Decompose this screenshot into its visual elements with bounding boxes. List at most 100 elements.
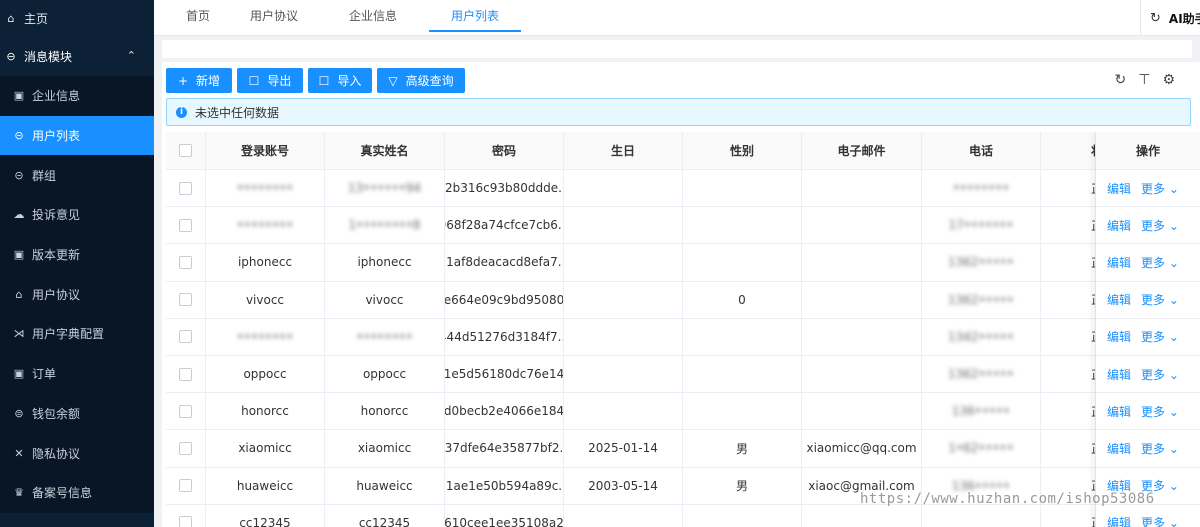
- edit-link[interactable]: 编辑: [1107, 254, 1131, 271]
- tab-user-agreement[interactable]: 用户协议: [249, 0, 299, 32]
- sidebar-item-8[interactable]: ⊜ 钱包余额: [0, 394, 154, 434]
- ai-assistant-button[interactable]: AI助手: [1169, 10, 1200, 27]
- order-icon: ▣: [13, 367, 25, 381]
- column-height-icon[interactable]: ⊤: [1138, 72, 1150, 88]
- cell-email: [802, 356, 922, 393]
- more-dropdown[interactable]: 更多 ⌄: [1141, 514, 1179, 527]
- edit-link[interactable]: 编辑: [1107, 217, 1131, 234]
- column-header-email[interactable]: 电子邮件: [802, 132, 922, 169]
- row-checkbox[interactable]: [166, 207, 206, 244]
- cell-phone-text: 1•62•••••: [948, 441, 1014, 456]
- row-checkbox[interactable]: [166, 244, 206, 281]
- sidebar-item-label: 版本更新: [32, 248, 81, 263]
- row-checkbox[interactable]: [166, 504, 206, 527]
- cell-birthday: 2025-01-14: [564, 430, 683, 467]
- edit-link[interactable]: 编辑: [1107, 328, 1131, 345]
- sidebar-item-2[interactable]: ⊝ 群组: [0, 155, 154, 195]
- more-dropdown[interactable]: 更多 ⌄: [1141, 217, 1179, 234]
- table-row[interactable]: oppocc oppocc 1e5d56180dc76e14 1362••••• 正: [166, 356, 1200, 394]
- sidebar-item-3[interactable]: ☁ 投诉意见: [0, 195, 154, 235]
- select-all-checkbox[interactable]: [166, 132, 206, 169]
- sidebar-item-9[interactable]: ✕ 隐私协议: [0, 433, 154, 473]
- column-header-account[interactable]: 登录账号: [206, 132, 325, 169]
- more-dropdown[interactable]: 更多 ⌄: [1141, 440, 1179, 457]
- selection-alert: i 未选中任何数据: [166, 98, 1191, 126]
- more-dropdown[interactable]: 更多 ⌄: [1141, 403, 1179, 420]
- column-header-phone[interactable]: 电话: [922, 132, 1041, 169]
- operations-cell: 编辑 更多 ⌄: [1096, 505, 1200, 527]
- cell-phone: ••••••••: [922, 170, 1041, 207]
- cell-name: ••••••••: [325, 318, 445, 355]
- edit-link[interactable]: 编辑: [1107, 180, 1131, 197]
- cell-birthday: 2003-05-14: [564, 467, 683, 504]
- cell-name-text: huaweicc: [356, 478, 413, 493]
- more-dropdown[interactable]: 更多 ⌄: [1141, 328, 1179, 345]
- edit-link[interactable]: 编辑: [1107, 366, 1131, 383]
- reload-icon[interactable]: ↻: [1115, 72, 1127, 88]
- row-checkbox[interactable]: [166, 393, 206, 430]
- cell-gender: 男: [683, 430, 802, 467]
- sidebar-item-4[interactable]: ▣ 版本更新: [0, 235, 154, 275]
- sidebar-item-home[interactable]: ⌂ 主页: [0, 0, 154, 36]
- add-button[interactable]: + 新增: [166, 68, 232, 93]
- row-checkbox[interactable]: [166, 356, 206, 393]
- edit-link[interactable]: 编辑: [1107, 403, 1131, 420]
- table-row[interactable]: •••••••• •••••••• 444d51276d3184f7... 1342•…: [166, 318, 1200, 356]
- row-checkbox[interactable]: [166, 170, 206, 207]
- sidebar-group-message[interactable]: ⊖ 消息模块 ⌃: [0, 36, 154, 76]
- edit-link[interactable]: 编辑: [1107, 514, 1131, 527]
- settings-icon[interactable]: ⚙: [1162, 72, 1175, 88]
- sidebar-item-label: 用户字典配置: [32, 327, 105, 342]
- edit-link[interactable]: 编辑: [1107, 440, 1131, 457]
- sidebar-item-5[interactable]: ⌂ 用户协议: [0, 274, 154, 314]
- row-checkbox[interactable]: [166, 318, 206, 355]
- more-dropdown[interactable]: 更多 ⌄: [1141, 254, 1179, 271]
- sidebar-item-10[interactable]: ♛ 备案号信息: [0, 473, 154, 513]
- table-row[interactable]: iphonecc iphonecc a1af8deacacd8efa7... 1362…: [166, 244, 1200, 282]
- column-header-name[interactable]: 真实姓名: [325, 132, 445, 169]
- table-row[interactable]: cc12345 cc12345 610cee1ee35108a2 正: [166, 504, 1200, 527]
- watermark: https://www.huzhan.com/ishop53086: [860, 491, 1155, 507]
- cell-gender: [683, 244, 802, 281]
- tab-home[interactable]: 首页: [182, 0, 214, 32]
- more-dropdown[interactable]: 更多 ⌄: [1141, 366, 1179, 383]
- cell-password-text: e664e09c9bd95080: [445, 292, 564, 307]
- table-row[interactable]: honorcc honorcc d0becb2e4066e184 136••••• 正: [166, 393, 1200, 431]
- alert-text: 未选中任何数据: [195, 105, 280, 120]
- column-header-password[interactable]: 密码: [445, 132, 564, 169]
- import-button[interactable]: ☐ 导入: [308, 68, 372, 93]
- sidebar-item-6[interactable]: ⋊ 用户字典配置: [0, 314, 154, 354]
- advanced-search-label: 高级查询: [405, 74, 454, 88]
- import-icon: ☐: [318, 73, 330, 88]
- cell-password-text: 610cee1ee35108a2: [445, 515, 564, 527]
- table-row[interactable]: •••••••• 13••••••94 c2b316c93b80ddde... •••…: [166, 170, 1200, 208]
- column-header-gender[interactable]: 性别: [683, 132, 802, 169]
- more-dropdown[interactable]: 更多 ⌄: [1141, 291, 1179, 308]
- table-row[interactable]: •••••••• 1••••••••8 968f28a74cfce7cb6... 17…: [166, 207, 1200, 245]
- tab-company-info[interactable]: 企业信息: [348, 0, 398, 32]
- sidebar-item-7[interactable]: ▣ 订单: [0, 354, 154, 394]
- table-row[interactable]: xiaomicc xiaomicc 237dfe64e35877bf2... 2025…: [166, 430, 1200, 468]
- sidebar-item-0[interactable]: ▣ 企业信息: [0, 76, 154, 116]
- cell-account-text: iphonecc: [237, 255, 293, 270]
- table-toolbar: + 新增 ☐ 导出 ☐ 导入 ▽ 高级查询: [166, 68, 470, 93]
- column-header-status[interactable]: 状: [1041, 132, 1096, 169]
- sidebar-item-1[interactable]: ⊝ 用户列表: [0, 115, 154, 156]
- cell-password: c2b316c93b80ddde...: [445, 170, 564, 207]
- row-checkbox[interactable]: [166, 430, 206, 467]
- row-checkbox[interactable]: [166, 281, 206, 318]
- column-header-birthday[interactable]: 生日: [564, 132, 683, 169]
- tab-user-list[interactable]: 用户列表: [429, 0, 521, 32]
- cell-password: 968f28a74cfce7cb6...: [445, 207, 564, 244]
- cell-birthday-text: 2003-05-14: [588, 478, 658, 493]
- advanced-search-button[interactable]: ▽ 高级查询: [377, 68, 465, 93]
- more-dropdown[interactable]: 更多 ⌄: [1141, 180, 1179, 197]
- operations-cell: 编辑 更多 ⌄: [1096, 170, 1200, 208]
- export-button[interactable]: ☐ 导出: [237, 68, 303, 93]
- cell-account-text: vivocc: [245, 292, 285, 307]
- more-label: 更多: [1141, 441, 1166, 456]
- refresh-icon[interactable]: ↻: [1150, 11, 1161, 26]
- row-checkbox[interactable]: [166, 467, 206, 504]
- edit-link[interactable]: 编辑: [1107, 291, 1131, 308]
- table-row[interactable]: vivocc vivocc e664e09c9bd95080 0 1362••••• 正: [166, 281, 1200, 319]
